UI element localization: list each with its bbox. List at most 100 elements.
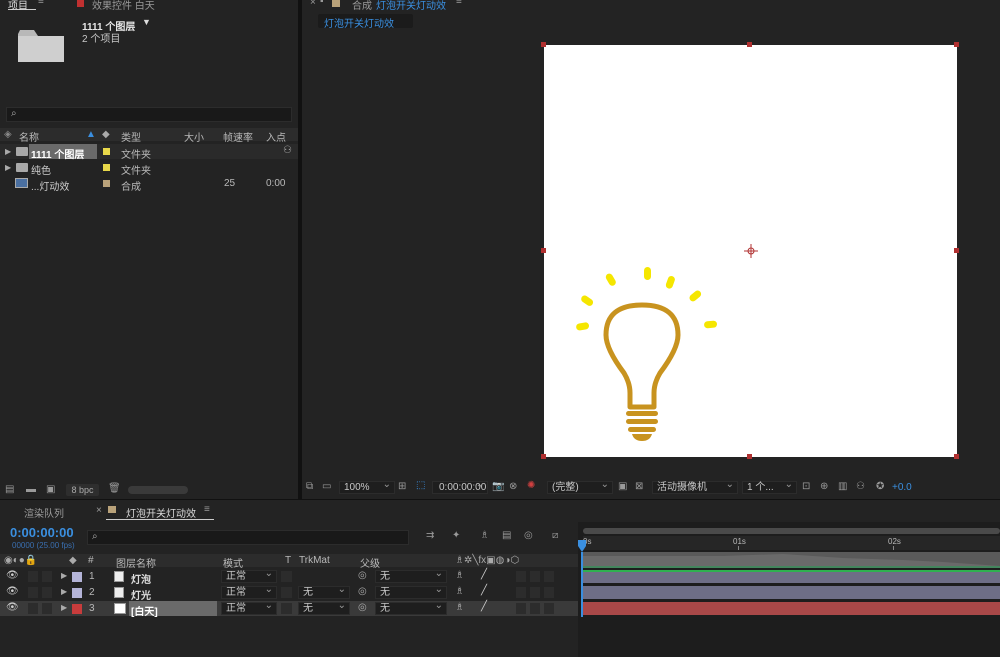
pickwhip-icon[interactable]: ◎ <box>358 586 367 597</box>
preserve-transparency-toggle[interactable] <box>281 571 292 582</box>
tab-timeline-comp[interactable]: 灯泡开关灯动效 <box>126 505 196 520</box>
layer-row[interactable]: 👁 ▶ 2 灯光 正常 无 ◎ 无 ♗ ╱ <box>0 584 578 602</box>
comp-canvas[interactable] <box>541 42 959 459</box>
column-type[interactable]: 类型 <box>121 129 141 144</box>
new-composition-icon[interactable]: ▣ <box>46 484 55 495</box>
layer-mode-dropdown[interactable]: 正常 <box>221 568 277 583</box>
sort-arrow-icon[interactable]: ▲ <box>86 129 96 140</box>
work-area-bar[interactable] <box>583 528 1000 534</box>
project-item-row[interactable]: ...灯动效 合成 25 0:00 <box>0 176 298 193</box>
expand-arrow-icon[interactable]: ▶ <box>61 603 67 612</box>
show-snapshot-icon[interactable]: ⊗ <box>509 481 517 492</box>
current-timecode[interactable]: 0:00:00:00 <box>10 525 74 540</box>
comp-tab-name[interactable]: 灯泡开关灯动效 <box>376 0 446 12</box>
time-ruler[interactable]: 0s 01s 02s <box>583 536 1000 550</box>
shy-icon[interactable]: ♗ <box>455 586 464 597</box>
tab-project[interactable]: 项目 <box>8 0 36 12</box>
trash-icon[interactable]: 🗑 <box>108 483 121 494</box>
shy-icon[interactable]: ♗ <box>455 602 464 613</box>
interpret-footage-icon[interactable]: ▤ <box>5 484 14 495</box>
label-swatch[interactable] <box>103 164 110 171</box>
resolution-dropdown[interactable]: (完整) <box>547 479 613 494</box>
panel-menu-icon[interactable]: ≡ <box>456 0 462 7</box>
layer-row[interactable]: 👁 ▶ 1 灯泡 正常 ◎ 无 ♗ ╱ <box>0 568 578 586</box>
flowchart-icon[interactable]: ⚇ <box>283 145 292 156</box>
layer-mode-dropdown[interactable]: 正常 <box>221 584 277 599</box>
tab-render-queue[interactable]: 渲染队列 <box>24 505 64 520</box>
quality-icon[interactable]: ╱ <box>481 585 487 596</box>
toggle-pixel-aspect-icon[interactable]: ⊡ <box>802 481 810 492</box>
camera-dropdown[interactable]: 活动摄像机 <box>652 479 738 494</box>
playhead-icon[interactable] <box>578 540 586 552</box>
layer-duration-bar[interactable] <box>583 586 1000 599</box>
composition-viewer[interactable] <box>302 30 1000 477</box>
toggle-transparency-icon[interactable]: ▣ <box>618 481 627 492</box>
column-size[interactable]: 大小 <box>184 129 204 144</box>
shy-icon[interactable]: ♗ <box>455 570 464 581</box>
project-item-row[interactable]: ▶ 纯色 文件夹 <box>0 160 298 177</box>
monitor-icon[interactable]: ▭ <box>322 481 331 492</box>
mask-visibility-icon[interactable]: ⊠ <box>635 481 643 492</box>
transform-handle[interactable] <box>747 42 752 47</box>
close-icon[interactable]: × <box>96 505 102 516</box>
quality-icon[interactable]: ╱ <box>481 569 487 580</box>
zoom-dropdown[interactable]: 100% <box>339 479 395 494</box>
layer-name[interactable]: 灯泡 <box>131 571 151 586</box>
draft-3d-icon[interactable]: ✦ <box>452 530 460 541</box>
column-parent[interactable]: 父级 <box>360 555 380 570</box>
layer-name[interactable]: 灯光 <box>131 587 151 602</box>
trkmat-dropdown[interactable]: 无 <box>298 584 350 599</box>
transform-handle[interactable] <box>541 42 546 47</box>
project-item-row[interactable]: ▶ 1111 个图层 文件夹 ⚇ <box>0 144 298 161</box>
column-mode[interactable]: 模式 <box>223 555 243 570</box>
tab-effects[interactable]: 效果控件 白天 <box>92 0 155 12</box>
comp-tab-prefix[interactable]: 合成 <box>352 0 372 12</box>
motion-blur-icon[interactable]: ◎ <box>524 530 533 541</box>
transform-handle[interactable] <box>954 42 959 47</box>
lock-icon[interactable]: ▪ <box>320 0 324 7</box>
comp-mini-flowchart-icon[interactable]: ⇉ <box>426 530 434 541</box>
views-dropdown[interactable]: 1 个... <box>742 479 797 494</box>
label-swatch[interactable] <box>103 180 110 187</box>
column-in-point[interactable]: 入点 <box>266 129 286 144</box>
eye-icon[interactable]: 👁 <box>6 602 19 613</box>
fit-grid-icon[interactable]: ⊞ <box>398 481 406 492</box>
panel-menu-icon[interactable]: ≡ <box>38 0 44 7</box>
expand-arrow-icon[interactable]: ▶ <box>5 163 11 172</box>
column-layer-name[interactable]: 图层名称 <box>116 555 156 570</box>
quality-icon[interactable]: ╱ <box>481 601 487 612</box>
expand-arrow-icon[interactable]: ▶ <box>5 147 11 156</box>
comp-sub-tab[interactable]: 灯泡开关灯动效 <box>318 14 413 30</box>
pickwhip-icon[interactable]: ◎ <box>358 570 367 581</box>
layer-label-swatch[interactable] <box>72 588 82 598</box>
layer-mode-dropdown[interactable]: 正常 <box>221 600 277 615</box>
column-name[interactable]: 名称 <box>19 129 39 144</box>
new-folder-icon[interactable]: ▬ <box>26 484 36 495</box>
color-channel-icon[interactable]: ✺ <box>527 480 535 491</box>
expand-arrow-icon[interactable]: ▶ <box>61 571 67 580</box>
transform-handle[interactable] <box>954 454 959 459</box>
project-scrollbar[interactable] <box>128 486 188 494</box>
transform-handle[interactable] <box>747 454 752 459</box>
layer-duration-bar[interactable] <box>583 602 1000 615</box>
eye-icon[interactable]: 👁 <box>6 586 19 597</box>
label-swatch[interactable] <box>103 148 110 155</box>
camera-snapshot-icon[interactable]: 📷 <box>492 481 504 492</box>
preserve-transparency-toggle[interactable] <box>281 603 292 614</box>
column-trkmat[interactable]: TrkMat <box>299 555 330 566</box>
frame-blending-icon[interactable]: ▤ <box>502 530 511 541</box>
parent-dropdown[interactable]: 无 <box>375 568 447 583</box>
region-of-interest-icon[interactable]: ⬚ <box>416 480 425 491</box>
bpc-button[interactable]: 8 bpc <box>66 484 99 496</box>
parent-dropdown[interactable]: 无 <box>375 584 447 599</box>
close-icon[interactable]: × <box>310 0 316 8</box>
layer-label-swatch[interactable] <box>72 572 82 582</box>
expand-arrow-icon[interactable]: ▶ <box>61 587 67 596</box>
transform-handle[interactable] <box>954 248 959 253</box>
timeline-icon[interactable]: ▥ <box>838 481 847 492</box>
column-fps[interactable]: 帧速率 <box>223 129 253 144</box>
transform-handle[interactable] <box>541 248 546 253</box>
preserve-transparency-toggle[interactable] <box>281 587 292 598</box>
graph-editor-icon[interactable]: ⧄ <box>552 530 558 541</box>
layer-row[interactable]: 👁 ▶ 3 [白天] 正常 无 ◎ 无 ♗ ╱ <box>0 600 578 618</box>
